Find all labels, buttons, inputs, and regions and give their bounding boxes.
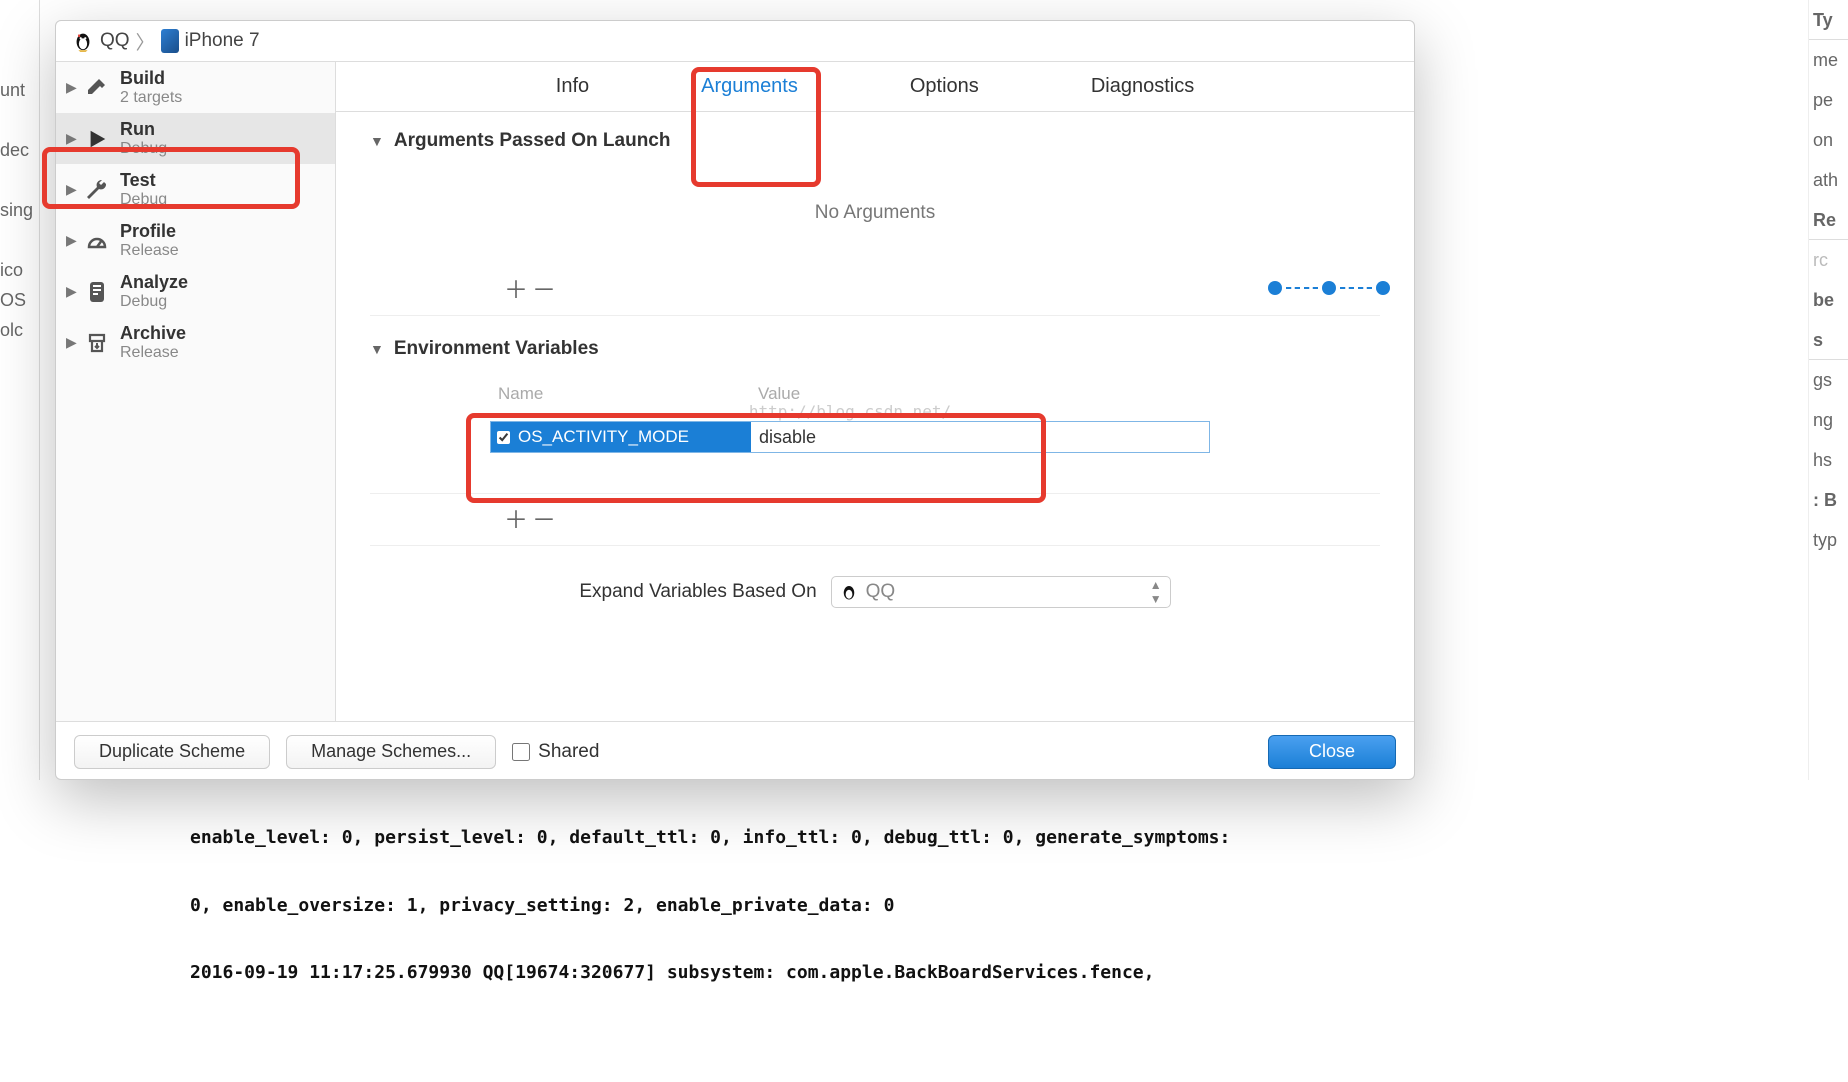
watermark-text: http://blog.csdn.net/ bbox=[490, 402, 1210, 421]
play-icon bbox=[82, 124, 112, 154]
disclosure-triangle-icon: ▼ bbox=[370, 341, 384, 357]
scheme-action-sidebar: ▶ Build2 targets ▶ RunDebug ▶ TestDebug … bbox=[56, 62, 336, 721]
disclosure-triangle-icon: ▶ bbox=[66, 334, 78, 351]
column-value-header: Value bbox=[758, 384, 1202, 404]
console-output: enable_level: 0, persist_level: 0, defau… bbox=[190, 782, 1310, 1007]
tab-diagnostics[interactable]: Diagnostics bbox=[1085, 67, 1200, 106]
env-enabled-checkbox[interactable] bbox=[497, 431, 510, 444]
background-left-column: unt dec sing ico OS olc bbox=[0, 0, 40, 780]
sidebar-item-run[interactable]: ▶ RunDebug bbox=[56, 113, 335, 164]
sidebar-item-title: Profile bbox=[120, 221, 179, 242]
add-argument-button[interactable]: ＋ bbox=[500, 270, 528, 305]
duplicate-scheme-button[interactable]: Duplicate Scheme bbox=[74, 735, 270, 769]
tab-options[interactable]: Options bbox=[904, 67, 985, 106]
device-icon bbox=[161, 29, 179, 53]
wrench-icon bbox=[82, 175, 112, 205]
sidebar-item-analyze[interactable]: ▶ AnalyzeDebug bbox=[56, 266, 335, 317]
env-value-cell[interactable]: disable bbox=[751, 422, 1209, 452]
env-variables-table: Name Value http://blog.csdn.net/ OS_ACTI… bbox=[490, 380, 1210, 453]
analyze-icon bbox=[82, 277, 112, 307]
sidebar-item-profile[interactable]: ▶ ProfileRelease bbox=[56, 215, 335, 266]
sidebar-item-subtitle: Debug bbox=[120, 140, 167, 158]
app-icon bbox=[840, 583, 858, 601]
env-name-cell[interactable]: OS_ACTIVITY_MODE bbox=[491, 422, 751, 452]
arguments-empty-text: No Arguments bbox=[370, 162, 1380, 264]
tab-bar: Info Arguments Options Diagnostics bbox=[336, 62, 1414, 112]
background-right-column: Ty me pe on ath Re rc be s gs ng hs : B … bbox=[1808, 0, 1848, 780]
sidebar-item-title: Analyze bbox=[120, 272, 188, 293]
tab-info[interactable]: Info bbox=[550, 67, 595, 106]
disclosure-triangle-icon: ▼ bbox=[370, 133, 384, 149]
sidebar-item-title: Test bbox=[120, 170, 167, 191]
app-icon bbox=[72, 30, 94, 52]
add-env-button[interactable]: ＋ bbox=[500, 500, 528, 535]
remove-argument-button[interactable]: － bbox=[528, 270, 556, 305]
updown-stepper-icon: ▲▼ bbox=[1150, 578, 1162, 606]
reorder-handle-icon[interactable] bbox=[1268, 281, 1390, 295]
disclosure-triangle-icon: ▶ bbox=[66, 79, 78, 96]
archive-icon bbox=[82, 328, 112, 358]
gauge-icon bbox=[82, 226, 112, 256]
disclosure-triangle-icon: ▶ bbox=[66, 130, 78, 147]
sidebar-item-subtitle: Release bbox=[120, 344, 186, 362]
section-env-header[interactable]: ▼ Environment Variables bbox=[370, 338, 1380, 360]
sidebar-item-title: Build bbox=[120, 68, 182, 89]
breadcrumb-scheme: QQ bbox=[100, 30, 130, 52]
shared-checkbox-label[interactable]: Shared bbox=[512, 741, 599, 763]
sidebar-item-archive[interactable]: ▶ ArchiveRelease bbox=[56, 317, 335, 368]
env-row[interactable]: OS_ACTIVITY_MODE disable bbox=[490, 421, 1210, 453]
column-name-header: Name bbox=[498, 384, 758, 404]
sidebar-item-subtitle: 2 targets bbox=[120, 89, 182, 107]
manage-schemes-button[interactable]: Manage Schemes... bbox=[286, 735, 496, 769]
sidebar-item-subtitle: Debug bbox=[120, 191, 167, 209]
disclosure-triangle-icon: ▶ bbox=[66, 283, 78, 300]
hammer-icon bbox=[82, 73, 112, 103]
disclosure-triangle-icon: ▶ bbox=[66, 232, 78, 249]
sidebar-item-test[interactable]: ▶ TestDebug bbox=[56, 164, 335, 215]
expand-label: Expand Variables Based On bbox=[579, 581, 816, 603]
sidebar-item-title: Run bbox=[120, 119, 167, 140]
breadcrumb-device: iPhone 7 bbox=[185, 30, 260, 52]
sidebar-item-subtitle: Release bbox=[120, 242, 179, 260]
breadcrumb[interactable]: QQ 〉 iPhone 7 bbox=[56, 21, 1414, 61]
section-arguments-header[interactable]: ▼ Arguments Passed On Launch bbox=[370, 130, 1380, 152]
chevron-right-icon: 〉 bbox=[136, 28, 155, 55]
sidebar-item-subtitle: Debug bbox=[120, 293, 188, 311]
shared-checkbox[interactable] bbox=[512, 743, 530, 761]
sidebar-item-title: Archive bbox=[120, 323, 186, 344]
dialog-footer: Duplicate Scheme Manage Schemes... Share… bbox=[56, 721, 1414, 781]
scheme-editor-dialog: QQ 〉 iPhone 7 ▶ Build2 targets ▶ RunDebu… bbox=[55, 20, 1415, 780]
tab-arguments[interactable]: Arguments bbox=[695, 67, 804, 106]
disclosure-triangle-icon: ▶ bbox=[66, 181, 78, 198]
expand-target-select[interactable]: QQ ▲▼ bbox=[831, 576, 1171, 608]
sidebar-item-build[interactable]: ▶ Build2 targets bbox=[56, 62, 335, 113]
remove-env-button[interactable]: － bbox=[528, 500, 556, 535]
close-button[interactable]: Close bbox=[1268, 735, 1396, 769]
